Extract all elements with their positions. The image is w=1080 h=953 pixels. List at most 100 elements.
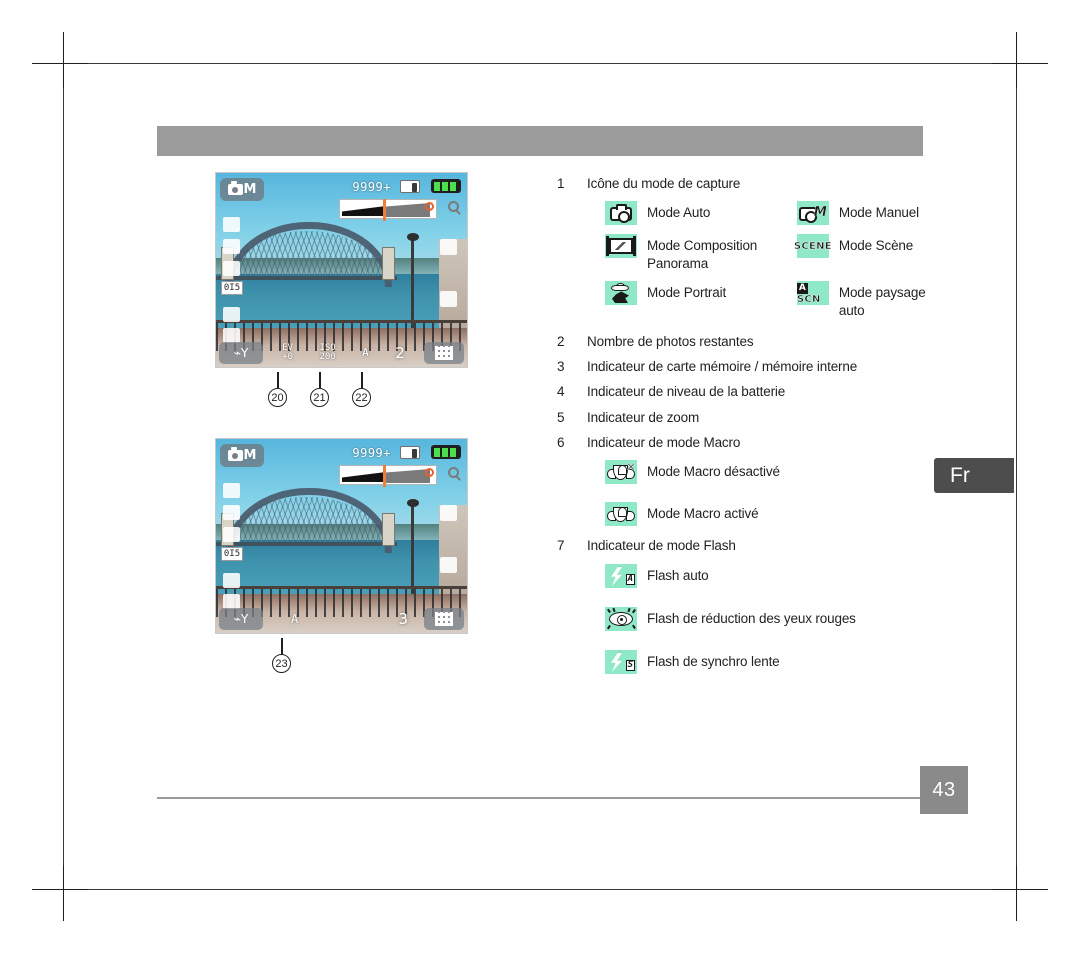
auto-scene-glyph-text: SCN [796,293,821,305]
scene-bridge-deck [216,541,397,546]
osd-quality-icon [223,307,240,322]
legend-text: Indicateur de niveau de la batterie [587,384,786,400]
page-header-bar [157,126,923,156]
macro-mode-off: ✕ Mode Macro désactivé [605,460,957,485]
macro-off-icon: ✕ [605,460,637,485]
legend-number: 2 [557,333,565,349]
memory-card-icon [400,446,420,459]
legend-text: Indicateur de mode Flash [587,538,736,554]
grid-icon [435,346,453,360]
legend-item-4: 4 Indicateur de niveau de la batterie [557,384,957,401]
scene-lamp-post [411,237,415,329]
page-number: 43 [932,778,956,801]
flash-mode-redeye: Flash de réduction des yeux rouges [605,606,957,631]
legend-content: 1 Icône du mode de capture Mode Auto M M… [557,176,957,683]
osd-flash-auto-indicator [440,291,457,307]
osd-capture-mode-badge: M [220,178,264,201]
callout-leader-23 [281,638,283,654]
osd-self-timer-icon [223,483,240,498]
crop-mark-bottom-right-vertical [1016,865,1017,921]
osd-metering-icon [223,527,240,542]
scene-icon: SCENE [793,234,832,259]
osd-menu-button: ⌁Y [219,342,263,364]
callout-22: 22 [352,388,371,407]
capture-mode-row: Mode Portrait ASCN Mode paysage auto [605,281,957,319]
flash-mode-label: Flash de réduction des yeux rouges [647,610,856,626]
osd-capture-mode-badge: M [220,444,264,467]
macro-on-icon [605,502,637,527]
zoom-digital-wedge [386,469,430,483]
osd-metering-icon [223,261,240,276]
osd-af-area-icon [223,239,240,254]
trim-line-right [1016,88,1017,888]
trim-line-top [88,63,1000,64]
zoom-optical-wedge [342,206,386,216]
capture-mode-portrait: Mode Portrait [605,281,797,306]
osd-burst-count: 3 [398,610,408,628]
callout-leader-22 [361,372,363,388]
osd-zoom-bar [339,199,437,221]
legend-text: Indicateur de carte mémoire / mémoire in… [587,358,858,374]
zoom-digital-wedge [386,203,430,217]
crop-mark-top-right-horizontal [992,63,1048,64]
capture-mode-manual: M Mode Manuel [796,201,957,226]
flash-mode-auto: A Flash auto [605,563,957,588]
osd-flash-auto-indicator [440,557,457,573]
scene-bridge-deck [216,275,397,280]
legend-text: Nombre de photos restantes [587,333,754,349]
osd-af-mode-indicator: A [291,611,299,626]
camera-lcd-screenshot-2: M 9999+ 0I5 ⌁Y A 3 [215,438,468,634]
zoom-in-icon [425,202,434,211]
osd-self-timer-icon [223,217,240,232]
legend-item-1: 1 Icône du mode de capture [557,176,957,193]
osd-resolution-label: 0I5 [221,281,243,295]
osd-resolution-value: 0I5 [223,549,241,559]
legend-number: 6 [557,435,565,451]
camera-icon [227,447,243,461]
osd-mode-letter: M [243,448,257,463]
legend-number: 3 [557,358,565,374]
osd-af-area-icon [223,505,240,520]
legend-number: 1 [557,176,565,191]
callout-leader-21 [319,372,321,388]
osd-bottom-bar: ⌁Y EV +0 ISO 200 A 2 [216,339,467,367]
trim-line-bottom [88,889,1000,890]
crop-mark-top-left-horizontal [32,63,88,64]
capture-mode-auto-scene: ASCN Mode paysage auto [797,281,957,319]
capture-mode-label: Mode Portrait [647,285,727,301]
osd-mode-letter: M [243,182,257,197]
flash-slow-sync-sub-letter: S [625,659,635,671]
callout-leader-20 [277,372,279,388]
capture-mode-row: Mode Auto M Mode Manuel [605,201,957,226]
auto-scene-icon: ASCN [796,281,829,306]
callout-21: 21 [310,388,329,407]
osd-resolution-label: 0I5 [221,547,243,561]
osd-shots-remaining: 9999+ [352,446,391,460]
page-footer-rule [157,797,923,799]
scene-glyph-text: SCENE [793,240,832,252]
flash-mode-icon-list: A Flash auto Flash de réduction des yeux… [557,563,957,674]
capture-mode-row: Mode Composition Panorama SCENE Mode Scè… [605,234,957,272]
callout-20: 20 [268,388,287,407]
camera-manual-icon: M [796,201,829,226]
flash-slow-sync-icon: S [605,649,637,674]
camera-lcd-screenshot-1: M 9999+ 0I5 ⌁Y EV +0 ISO 200 A 2 [215,172,468,368]
zoom-position-marker [383,465,386,487]
osd-display-button [424,608,464,630]
flash-mode-slow-sync: S Flash de synchro lente [605,649,957,674]
legend-item-6: 6 Indicateur de mode Macro [557,435,957,452]
crop-mark-bottom-left-vertical [63,865,64,921]
macro-mode-label: Mode Macro activé [647,506,759,522]
flash-redeye-icon [605,606,637,631]
battery-icon [431,445,461,459]
battery-icon [431,179,461,193]
legend-number: 4 [557,384,565,400]
osd-zoom-bar [339,465,437,487]
legend-text: Indicateur de zoom [587,409,700,425]
page-number-box: 43 [920,766,968,814]
osd-af-mode-indicator: A [362,346,369,360]
scene-lamp-post [411,503,415,595]
legend-item-3: 3 Indicateur de carte mémoire / mémoire … [557,359,957,376]
macro-off-cross: ✕ [625,460,637,475]
scene-lamp-head [406,499,419,508]
